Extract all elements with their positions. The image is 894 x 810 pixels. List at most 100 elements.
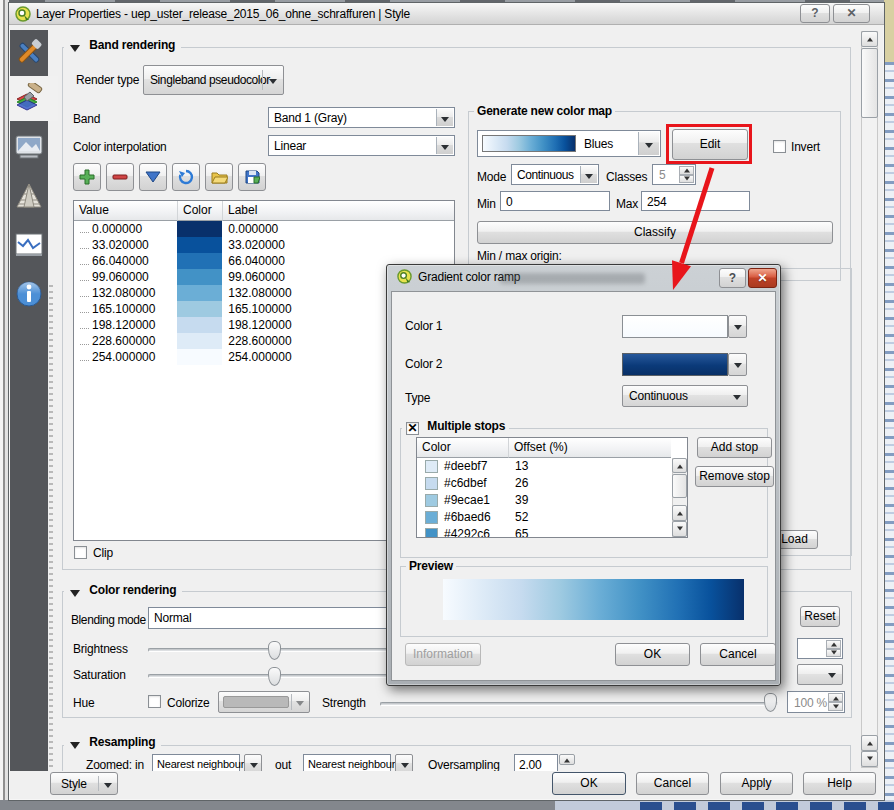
remove-stop-button[interactable]: Remove stop [695,466,774,487]
color-ramp-combo[interactable]: Blues [477,130,661,157]
sidebar-item-histogram[interactable] [10,223,48,267]
combo-arrow [436,137,453,154]
add-value-button[interactable] [73,163,101,191]
out-label: out [275,758,291,771]
multiple-stops-checkbox[interactable]: ✕ [406,422,419,435]
colorize-color-combo[interactable] [218,691,310,713]
column-header-value[interactable]: Value [74,201,178,221]
scrollbar-thumb[interactable] [861,48,878,118]
sidebar-item-pyramids[interactable] [10,174,48,218]
zoomed-in-arrow[interactable] [244,754,262,771]
column-header-label[interactable]: Label [223,201,454,221]
classes-spinbox[interactable]: 5 [652,164,696,185]
stop-offset-cell: 65 [509,526,673,538]
color1-dropdown[interactable] [728,315,747,338]
help-titlebar-button[interactable]: ? [800,4,830,23]
stops-table[interactable]: Color Offset (%) #deebf713#c6dbef26#9eca… [416,437,688,538]
sidebar-item-style[interactable] [10,76,58,121]
sidebar-splitter[interactable] [49,285,53,768]
sort-down-icon [145,169,161,185]
render-type-value: Singleband pseudocolor [150,73,270,87]
zoomed-in-combo[interactable]: Nearest neighbour [152,754,240,771]
render-type-combo[interactable]: Singleband pseudocolor [143,65,284,95]
color1-swatch-button[interactable] [622,315,728,338]
column-header-color[interactable]: Color [417,438,509,458]
zoomed-out-combo[interactable]: Nearest neighbour [303,754,391,771]
color-interpolation-combo[interactable]: Linear [268,135,455,156]
style-menu-button[interactable]: Style [50,772,118,795]
gradient-dialog-help-button[interactable]: ? [719,268,746,288]
stop-row[interactable]: #9ecae139 [417,492,687,509]
sort-button[interactable] [139,163,167,191]
spin-arrows[interactable] [826,640,841,657]
band-combo[interactable]: Band 1 (Gray) [268,107,455,128]
table-row[interactable]: 33.02000033.020000 [74,237,454,253]
interp-value: Linear [274,139,306,153]
clip-checkbox[interactable] [74,546,87,559]
table-row[interactable]: 0.0000000.000000 [74,221,454,237]
stop-row[interactable]: #deebf713 [417,458,687,475]
value-cell: 254.000000 [74,349,177,365]
grayscale-combo[interactable] [797,664,843,685]
strength-spinbox[interactable]: 100 % [787,691,845,713]
resampling-header[interactable]: Resampling [64,735,161,751]
apply-button[interactable]: Apply [720,772,793,795]
contrast-spinbox[interactable] [797,638,843,659]
stops-scroll-thumb[interactable] [672,474,687,498]
ok-button[interactable]: OK [552,772,626,795]
oversampling-spin-up[interactable] [559,754,575,765]
min-input[interactable]: 0 [500,191,610,211]
stop-row[interactable]: #4292c665 [417,526,687,538]
sidebar-item-general[interactable] [10,31,48,75]
scroll-down-button[interactable] [861,751,878,767]
window-title: Layer Properties - uep_uster_release_201… [36,7,410,21]
stops-scroll-up2[interactable] [672,505,687,521]
minmax-origin-label: Min / max origin: [477,249,562,263]
stop-row[interactable]: #c6dbef26 [417,475,687,492]
stops-scroll-down[interactable] [672,521,687,537]
qgis-icon [397,269,412,284]
sidebar-item-metadata[interactable] [10,272,48,316]
color2-dropdown[interactable] [728,353,747,376]
cancel-button[interactable]: Cancel [636,772,709,795]
save-colormap-button[interactable] [238,163,266,191]
refresh-button[interactable] [172,163,200,191]
column-header-color[interactable]: Color [178,201,223,221]
close-titlebar-button[interactable]: ✕ [833,4,870,23]
load-colormap-button[interactable] [205,163,233,191]
reset-button[interactable]: Reset [800,606,840,627]
tools-icon [14,38,44,68]
help-button[interactable]: Help [803,772,876,795]
strength-slider[interactable] [380,702,778,706]
mode-combo[interactable]: Continuous [511,164,599,185]
remove-value-button[interactable] [106,163,134,191]
color-rendering-header[interactable]: Color rendering [64,583,182,599]
type-combo[interactable]: Continuous [622,385,748,407]
oversampling-input[interactable]: 2.00 [514,754,558,771]
information-button[interactable]: Information [405,643,481,666]
gradient-cancel-button[interactable]: Cancel [700,643,776,666]
classify-button[interactable]: Classify [477,221,833,244]
brush-icon [14,83,44,113]
band-rendering-header[interactable]: Band rendering [64,38,181,54]
map-text-bottom [640,802,894,810]
stop-row[interactable]: #6baed652 [417,509,687,526]
spin-arrows[interactable] [828,693,843,711]
main-scrollbar[interactable] [861,31,878,768]
column-header-offset[interactable]: Offset (%) [509,438,671,458]
sidebar-item-transparency[interactable] [10,125,48,169]
max-input[interactable]: 254 [641,191,750,211]
zoomed-in-value: Nearest neighbour [157,758,244,770]
add-stop-button[interactable]: Add stop [697,437,772,458]
spin-arrows[interactable] [679,166,694,183]
colorize-checkbox[interactable] [148,695,161,708]
gradient-ok-button[interactable]: OK [615,643,690,666]
gradient-dialog-close-button[interactable]: ✕ [748,268,777,288]
scroll-up-button[interactable] [861,31,878,47]
stops-scroll-up[interactable] [672,458,687,473]
stop-offset-cell: 13 [509,458,673,475]
color2-swatch-button[interactable] [622,353,728,376]
scroll-up-button-bottom[interactable] [861,735,878,751]
invert-checkbox[interactable] [773,140,786,153]
zoomed-out-arrow[interactable] [395,754,413,771]
